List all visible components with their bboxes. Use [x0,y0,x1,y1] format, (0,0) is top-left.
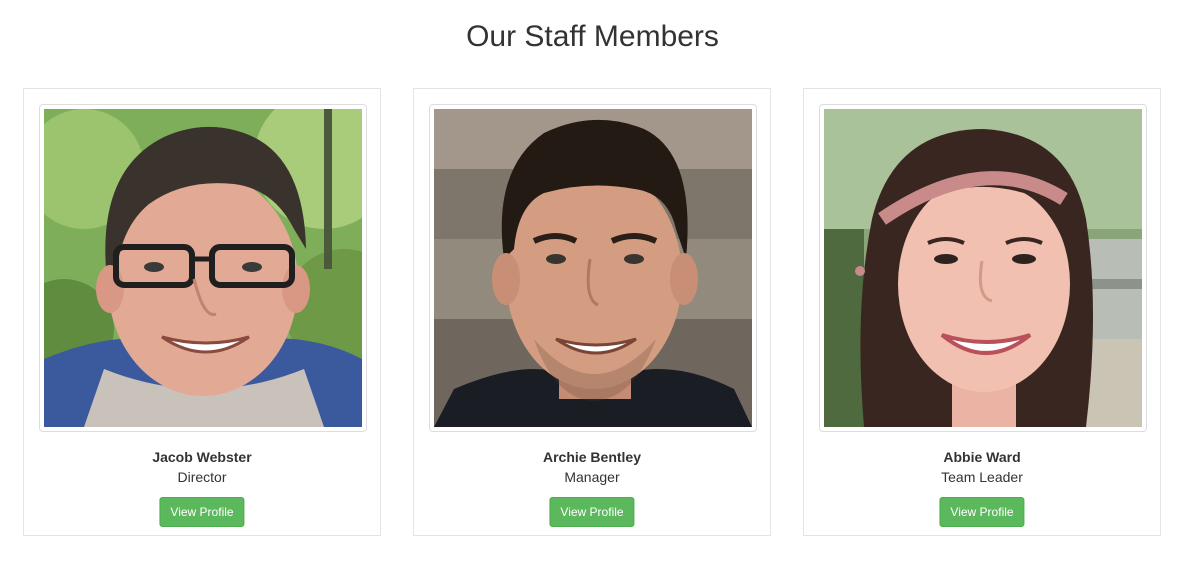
staff-role: Director [177,469,227,485]
staff-card: Jacob Webster Director View Profile [23,88,381,536]
staff-name: Jacob Webster [152,449,252,465]
photo-frame [39,104,367,432]
staff-card: Abbie Ward Team Leader View Profile [803,88,1161,536]
photo-frame [429,104,757,432]
view-profile-button[interactable]: View Profile [549,497,635,527]
portrait-illustration [44,109,362,427]
staff-name: Abbie Ward [943,449,1021,465]
staff-role: Team Leader [941,469,1023,485]
staff-photo [44,109,362,427]
view-profile-button[interactable]: View Profile [159,497,245,527]
staff-photo [434,109,752,427]
staff-name: Archie Bentley [542,449,642,465]
staff-photo [824,109,1142,427]
photo-frame [819,104,1147,432]
staff-role: Manager [564,469,620,485]
view-profile-button[interactable]: View Profile [939,497,1025,527]
page-title: Our Staff Members [466,20,719,53]
portrait-illustration [434,109,752,427]
staff-card: Archie Bentley Manager View Profile [413,88,771,536]
portrait-illustration [824,109,1142,427]
